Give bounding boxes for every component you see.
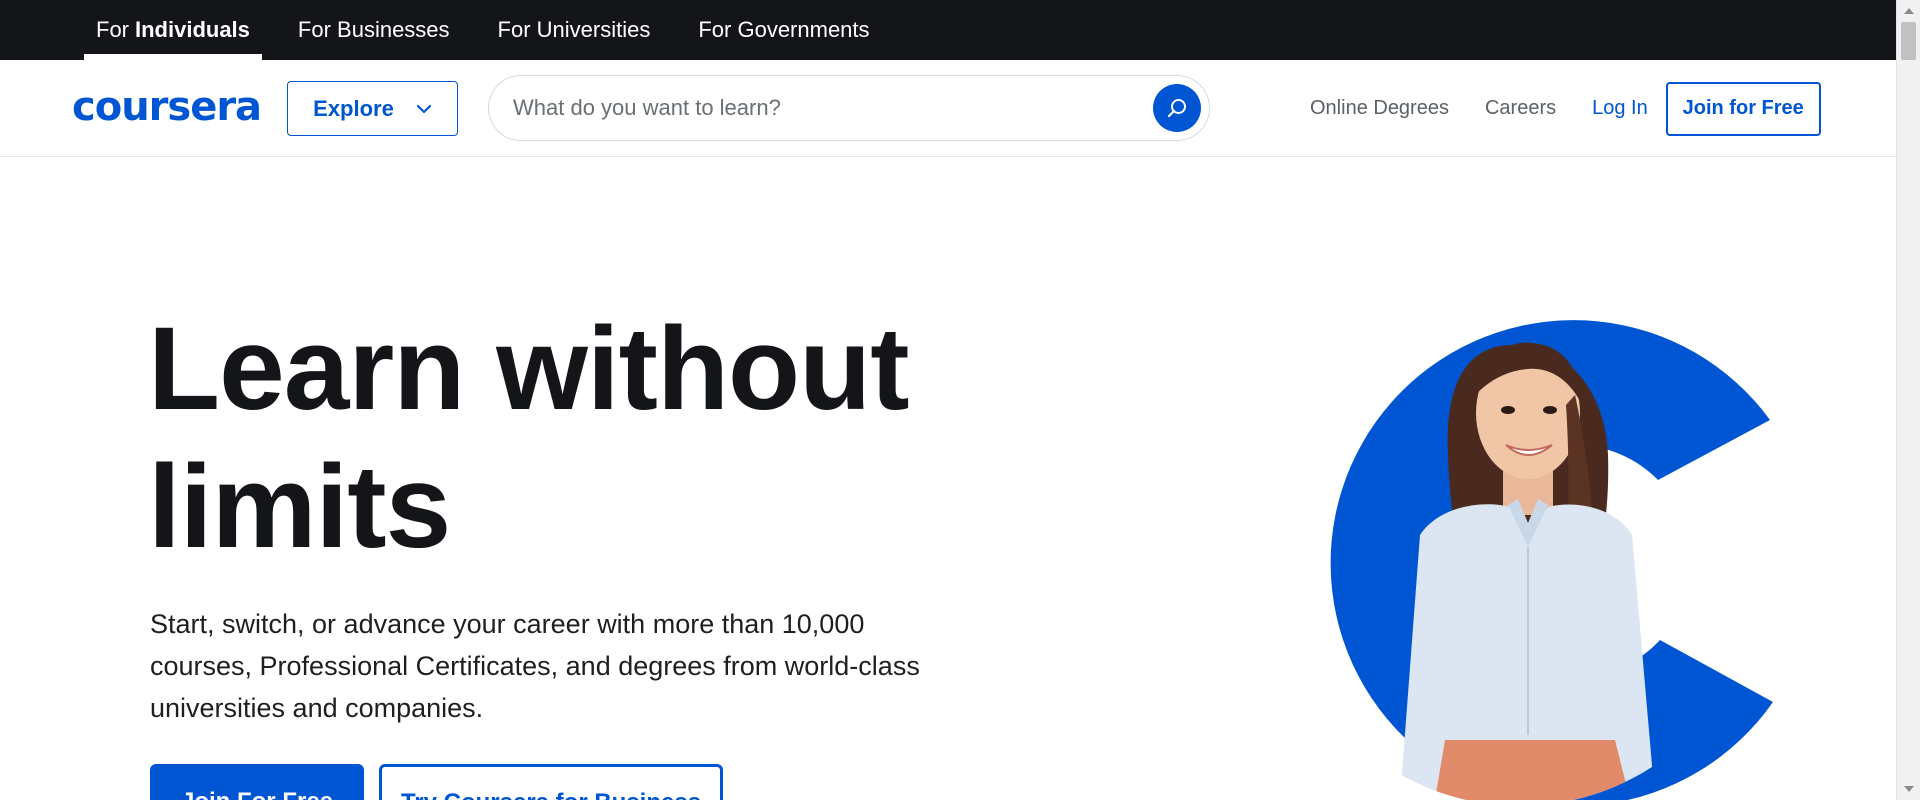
search-icon [1167,99,1186,118]
tab-for-individuals[interactable]: For Individuals [84,0,262,60]
explore-label: Explore [313,95,394,121]
careers-link[interactable]: Careers [1485,97,1556,120]
page-scrollbar[interactable] [1896,0,1920,800]
main-header: coursera Explore Online Degrees Careers … [0,60,1896,157]
hero-title: Learn without limits [148,300,1048,576]
search-input[interactable] [513,76,1113,140]
scroll-down-icon[interactable] [1904,786,1914,792]
online-degrees-link[interactable]: Online Degrees [1310,97,1449,120]
explore-button[interactable]: Explore [287,81,458,136]
scrollbar-thumb[interactable] [1901,22,1916,60]
login-link[interactable]: Log In [1592,97,1648,120]
tab-for-universities[interactable]: For Universities [486,0,663,60]
try-coursera-for-business-cta[interactable]: Try Coursera for Business [379,764,723,800]
header-links: Online Degrees Careers Log In Join for F… [1310,60,1821,157]
audience-nav: For Individuals For Businesses For Unive… [0,0,1896,60]
coursera-homepage: For Individuals For Businesses For Unive… [0,0,1920,800]
tab-prefix: For [96,17,129,42]
search-bar [488,75,1210,141]
tab-strong: Individuals [135,17,250,42]
join-for-free-cta[interactable]: Join For Free [150,764,364,800]
chevron-down-icon [416,104,431,113]
coursera-logo[interactable]: coursera [72,84,262,130]
hero-illustration [1330,320,1773,800]
hero-title-line-1: Learn without [148,303,910,435]
scroll-up-icon[interactable] [1904,8,1914,14]
hero-title-line-2: limits [148,441,451,573]
hero-subtitle: Start, switch, or advance your career wi… [150,609,920,723]
tab-for-businesses[interactable]: For Businesses [286,0,462,60]
join-for-free-button[interactable]: Join for Free [1665,81,1821,136]
hero-image [1270,285,1810,800]
search-button[interactable] [1153,84,1201,132]
tab-for-governments[interactable]: For Governments [686,0,881,60]
